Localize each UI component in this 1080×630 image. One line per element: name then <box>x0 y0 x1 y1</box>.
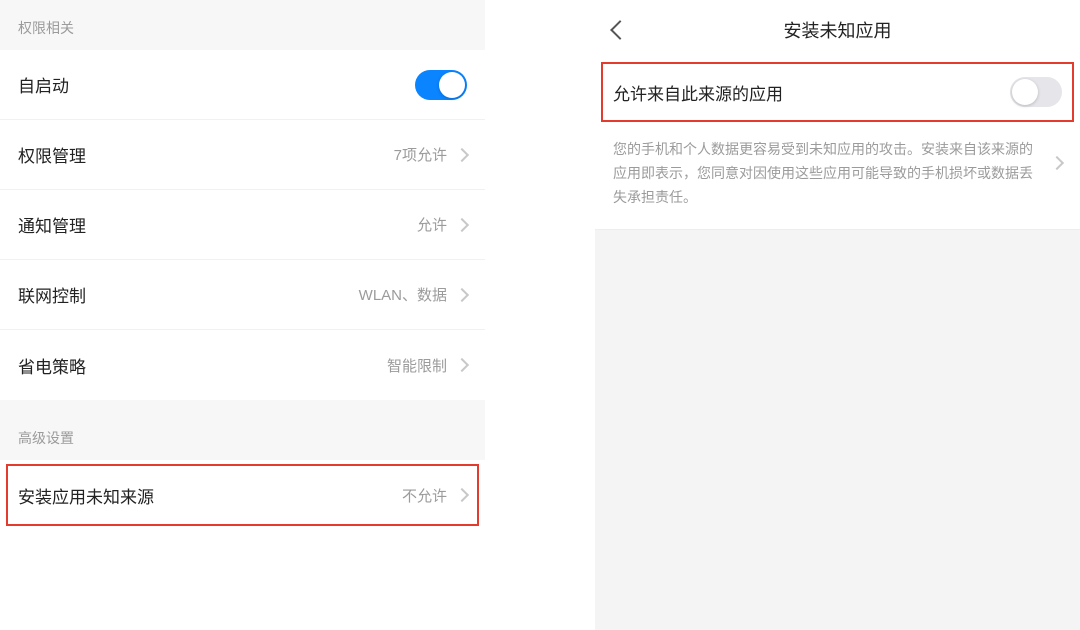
row-allow-source[interactable]: 允许来自此来源的应用 <box>595 60 1080 124</box>
row-power-policy-label: 省电策略 <box>18 353 387 378</box>
row-network-ctrl[interactable]: 联网控制 WLAN、数据 <box>0 260 485 330</box>
chevron-right-icon <box>455 488 469 502</box>
chevron-right-icon <box>455 358 469 372</box>
row-power-policy[interactable]: 省电策略 智能限制 <box>0 330 485 400</box>
toggle-knob <box>1012 79 1038 105</box>
section-spacer <box>0 400 485 410</box>
autostart-toggle[interactable] <box>415 70 467 100</box>
row-power-policy-value: 智能限制 <box>387 355 447 376</box>
row-network-ctrl-label: 联网控制 <box>18 282 359 307</box>
permissions-group: 自启动 权限管理 7项允许 通知管理 允许 联网控制 WLAN、数据 省电策略 … <box>0 50 485 400</box>
chevron-right-icon <box>455 217 469 231</box>
back-icon[interactable] <box>610 20 630 40</box>
empty-background <box>595 230 1080 630</box>
row-perm-mgmt[interactable]: 权限管理 7项允许 <box>0 120 485 190</box>
row-allow-source-label: 允许来自此来源的应用 <box>613 80 1010 105</box>
section-header-advanced: 高级设置 <box>0 410 485 460</box>
section-header-permissions: 权限相关 <box>0 0 485 50</box>
row-perm-mgmt-label: 权限管理 <box>18 142 394 167</box>
page-title: 安装未知应用 <box>595 17 1080 43</box>
allow-source-toggle[interactable] <box>1010 77 1062 107</box>
row-autostart-label: 自启动 <box>18 72 415 97</box>
toggle-knob <box>439 72 465 98</box>
topbar: 安装未知应用 <box>595 0 1080 60</box>
chevron-right-icon <box>455 287 469 301</box>
row-network-ctrl-value: WLAN、数据 <box>359 284 447 305</box>
chevron-right-icon <box>1050 156 1064 170</box>
row-notif-mgmt-label: 通知管理 <box>18 212 417 237</box>
row-install-unknown[interactable]: 安装应用未知来源 不允许 <box>0 460 485 530</box>
row-notif-mgmt-value: 允许 <box>417 214 447 235</box>
row-autostart[interactable]: 自启动 <box>0 50 485 120</box>
row-install-unknown-label: 安装应用未知来源 <box>18 483 402 508</box>
chevron-right-icon <box>455 147 469 161</box>
row-notif-mgmt[interactable]: 通知管理 允许 <box>0 190 485 260</box>
screenshot-gap <box>485 0 595 516</box>
advanced-group: 安装应用未知来源 不允许 <box>0 460 485 530</box>
row-install-unknown-value: 不允许 <box>402 485 447 506</box>
row-perm-mgmt-value: 7项允许 <box>394 144 447 165</box>
description-text: 您的手机和个人数据更容易受到未知应用的攻击。安装来自该来源的应用即表示，您同意对… <box>613 138 1052 209</box>
description-block[interactable]: 您的手机和个人数据更容易受到未知应用的攻击。安装来自该来源的应用即表示，您同意对… <box>595 124 1080 230</box>
